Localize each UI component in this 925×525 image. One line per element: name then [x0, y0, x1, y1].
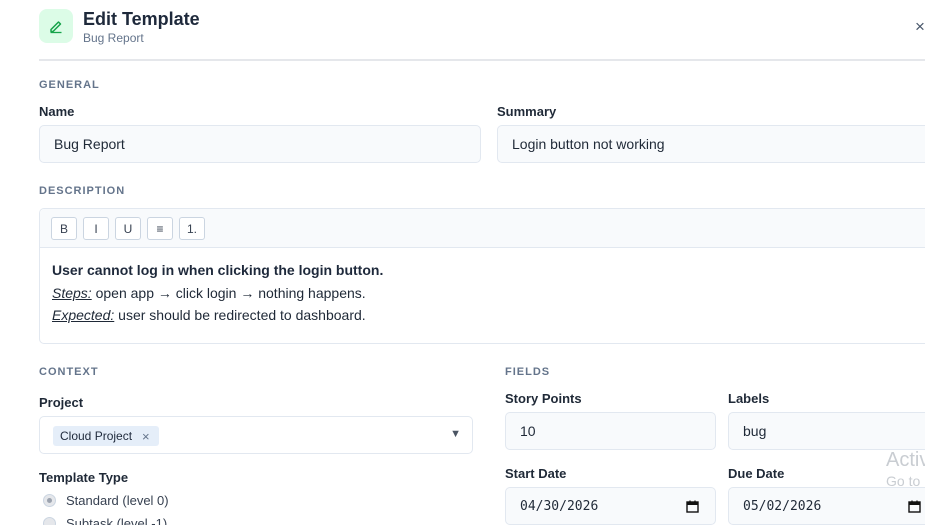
chip-remove-icon[interactable]: ×	[142, 429, 150, 444]
editor-content[interactable]: User cannot log in when clicking the log…	[52, 261, 383, 329]
activation-watermark-subtitle: Go to	[886, 473, 921, 489]
expected-label: Expected:	[52, 307, 115, 323]
page-subtitle: Bug Report	[83, 31, 144, 45]
labels-input[interactable]: bug	[728, 412, 925, 450]
radio-standard[interactable]: Standard (level 0)	[43, 493, 169, 508]
project-chip-label: Cloud Project	[60, 429, 133, 443]
calendar-icon[interactable]	[686, 500, 699, 513]
steps-text: open app → click login → nothing happens…	[91, 284, 366, 301]
start-date-label: Start Date	[505, 466, 567, 481]
name-input[interactable]: Bug Report	[39, 125, 481, 163]
radio-subtask-dot[interactable]	[43, 517, 56, 525]
close-icon[interactable]: ×	[915, 18, 925, 35]
page-title: Edit Template	[83, 9, 200, 29]
project-label: Project	[39, 395, 84, 410]
section-general-label: GENERAL	[39, 79, 100, 91]
name-label: Name	[39, 104, 75, 119]
project-select[interactable]: Cloud Project × ▼	[39, 416, 473, 454]
italic-button[interactable]: I	[83, 217, 109, 240]
description-editor[interactable]: B I U ≡ 1. User cannot log in when click…	[39, 208, 925, 344]
section-fields-label: FIELDS	[505, 366, 551, 378]
bullet-list-button[interactable]: ≡	[147, 217, 173, 240]
chevron-down-icon[interactable]: ▼	[450, 428, 461, 440]
section-description-label: DESCRIPTION	[39, 185, 126, 197]
start-date-value: 04/30/2026	[520, 498, 599, 514]
radio-standard-label: Standard (level 0)	[66, 493, 169, 508]
numbered-list-button[interactable]: 1.	[179, 217, 205, 240]
description-line-1: User cannot log in when clicking the log…	[52, 262, 384, 278]
due-date-value: 05/02/2026	[743, 498, 822, 514]
radio-standard-dot[interactable]	[43, 494, 56, 507]
summary-input[interactable]: Login button not working	[497, 125, 925, 163]
due-date-input[interactable]: 05/02/2026	[728, 487, 925, 525]
calendar-icon[interactable]	[908, 500, 921, 513]
activation-watermark-title: Activ	[886, 449, 925, 471]
start-date-input[interactable]: 04/30/2026	[505, 487, 716, 525]
due-date-label: Due Date	[728, 466, 785, 481]
project-chip: Cloud Project ×	[53, 426, 159, 446]
description-line-3: Expected: user should be redirected to d…	[52, 306, 383, 329]
story-points-input[interactable]: 10	[505, 412, 716, 450]
expected-text: user should be redirected to dashboard.	[114, 307, 366, 323]
radio-subtask-label: Subtask (level -1)	[66, 516, 168, 525]
template-type-label: Template Type	[39, 470, 129, 485]
pencil-icon	[39, 9, 73, 43]
editor-toolbar: B I U ≡ 1.	[40, 209, 925, 248]
story-points-label: Story Points	[505, 391, 582, 406]
labels-label: Labels	[728, 391, 770, 406]
steps-label: Steps:	[52, 284, 92, 301]
summary-label: Summary	[497, 104, 557, 119]
header-divider	[39, 59, 925, 61]
radio-subtask[interactable]: Subtask (level -1)	[43, 516, 167, 525]
bold-button[interactable]: B	[51, 217, 77, 240]
section-context-label: CONTEXT	[39, 366, 99, 378]
description-line-2: Steps: open app → click login → nothing …	[52, 284, 383, 307]
underline-button[interactable]: U	[115, 217, 141, 240]
